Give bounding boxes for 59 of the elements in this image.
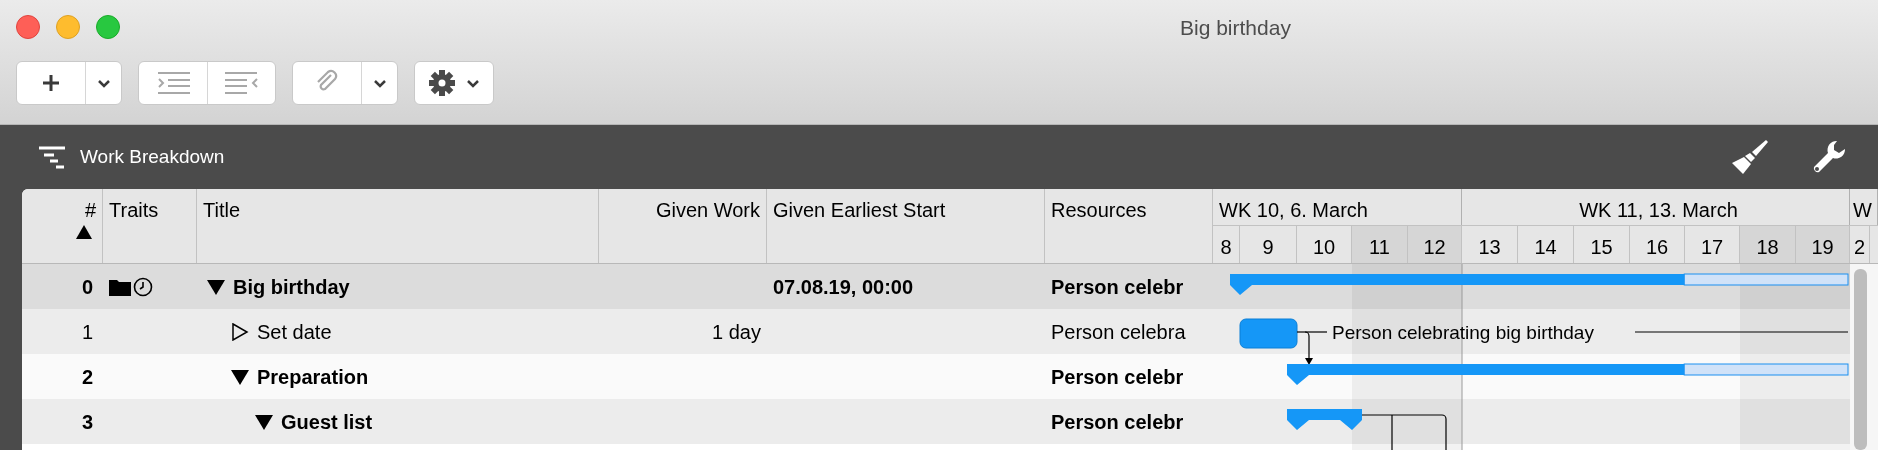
table-cell-text: Person celebr xyxy=(1051,364,1184,390)
table-cell-text: Person celebr xyxy=(1051,274,1184,300)
leader-line xyxy=(1296,331,1328,333)
summary-bar[interactable] xyxy=(1287,409,1362,430)
day-header: 12 xyxy=(1408,226,1462,263)
table-cell-text: 07.08.19, 00:00 xyxy=(773,274,914,300)
disclosure-triangle-icon[interactable] xyxy=(255,412,273,431)
summary-bar[interactable] xyxy=(1287,363,1849,385)
day-header: 19 xyxy=(1796,226,1850,263)
week-header: WK 11, 13. March xyxy=(1462,189,1850,225)
disclosure-triangle-icon[interactable] xyxy=(231,322,249,341)
summary-bar[interactable] xyxy=(1230,273,1849,295)
column-header[interactable]: Given Earliest Start xyxy=(773,195,1038,225)
row-number: 0 xyxy=(81,274,93,300)
table-row[interactable]: 0 Big birthday 07.08.19, 00:00 Person celebr xyxy=(22,264,1213,309)
table-cell-text: Person celebr xyxy=(1051,409,1184,435)
minimize-button[interactable] xyxy=(56,15,80,39)
day-header: 11 xyxy=(1352,226,1408,263)
row-number: 1 xyxy=(81,319,93,345)
brush-icon[interactable] xyxy=(1730,138,1770,176)
table-row[interactable]: 1 Set date 1 day Person celebra xyxy=(22,309,1213,354)
zoom-button[interactable] xyxy=(96,15,120,39)
window-title: Big birthday xyxy=(1180,15,1291,41)
chevron-down-icon xyxy=(372,78,387,88)
column-header[interactable]: Traits xyxy=(109,195,190,225)
task-title: Guest list xyxy=(281,409,373,435)
disclosure-triangle-icon[interactable] xyxy=(231,367,249,386)
indent-icon xyxy=(156,72,190,94)
column-header[interactable]: Given Work xyxy=(605,195,760,225)
plus-icon xyxy=(41,73,61,93)
outdent-icon xyxy=(224,72,259,94)
bar-label: Person celebrating big birthday xyxy=(1332,322,1594,343)
chevron-down-icon xyxy=(466,78,480,88)
task-title: Set date xyxy=(257,319,332,345)
scrollbar-thumb[interactable] xyxy=(1854,269,1867,450)
column-header[interactable]: Title xyxy=(203,195,592,225)
row-number: 3 xyxy=(81,409,93,435)
clock-icon xyxy=(133,276,153,297)
close-button[interactable] xyxy=(16,15,40,39)
task-bar[interactable] xyxy=(1239,318,1298,349)
table-cell-text: 1 day xyxy=(712,319,761,345)
panel-title: Work Breakdown xyxy=(80,144,225,169)
task-title: Preparation xyxy=(257,364,369,390)
table-row[interactable]: 2 Preparation Person celebr xyxy=(22,354,1213,399)
week-header: W xyxy=(1850,189,1878,225)
column-header[interactable]: # xyxy=(28,195,96,225)
task-title: Big birthday xyxy=(233,274,350,300)
chevron-down-icon xyxy=(96,78,111,88)
day-header: 18 xyxy=(1740,226,1796,263)
table-cell-text: Person celebra xyxy=(1051,319,1186,345)
sort-ascending-icon[interactable] xyxy=(76,225,92,239)
row-number: 2 xyxy=(81,364,93,390)
dependency-arrow xyxy=(1304,331,1313,365)
column-header[interactable]: Resources xyxy=(1051,195,1206,225)
work-breakdown-icon xyxy=(38,145,68,169)
disclosure-triangle-icon[interactable] xyxy=(207,277,225,296)
table-row[interactable]: 3 Guest list Person celebr xyxy=(22,399,1213,444)
settings-button[interactable] xyxy=(414,61,494,105)
week-header: WK 10, 6. March xyxy=(1213,189,1462,225)
